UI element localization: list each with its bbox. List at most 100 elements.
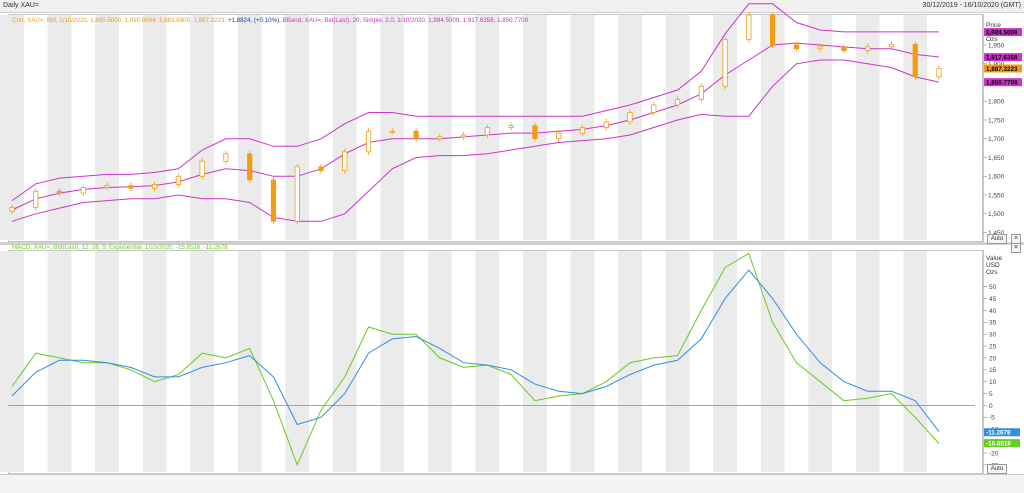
candle-body	[437, 136, 443, 140]
week-stripe	[380, 15, 405, 240]
macd-tick-label: 30	[989, 332, 997, 339]
week-stripe	[855, 251, 880, 472]
price-tick-label: 1,750	[988, 117, 1005, 124]
macd-tick-label: 10	[989, 379, 997, 386]
candle-body	[152, 184, 158, 189]
candle-body	[461, 134, 467, 138]
price-axis-title-line: Price	[986, 22, 1001, 29]
macd-tick-label: 40	[989, 308, 997, 315]
candle-body	[389, 130, 395, 133]
price-tick-label: 1,650	[988, 155, 1005, 162]
macd-tick-label: 5	[989, 391, 993, 398]
macd-tick-label: 35	[989, 320, 997, 327]
price-tick-label: 1,600	[988, 174, 1005, 181]
macd-close-icon[interactable]: ×	[1011, 243, 1021, 253]
candle-body	[318, 166, 324, 172]
price-auto-scale-button[interactable]: Auto	[987, 234, 1007, 244]
candle-body	[770, 14, 776, 46]
candle-body	[365, 130, 372, 153]
price-tick-label: 1,700	[988, 136, 1005, 143]
candle-body	[912, 43, 918, 78]
candle-body	[888, 43, 895, 48]
candle-body	[556, 132, 562, 140]
future-area	[954, 15, 975, 240]
week-stripe	[570, 251, 595, 472]
candle-body	[128, 185, 134, 189]
candle-body	[651, 104, 657, 113]
week-stripe	[760, 251, 785, 472]
week-stripe	[237, 15, 262, 240]
week-stripe	[237, 251, 262, 472]
macd-tick-label: -5	[989, 415, 995, 422]
week-stripe	[475, 251, 500, 472]
candle-body	[603, 121, 609, 128]
macd-tick-label: 25	[989, 343, 997, 350]
week-stripe	[285, 251, 310, 472]
week-stripe	[808, 251, 833, 472]
macd-legend-text: MACD, XAU=, Bid(Last), 12, 26, 9, Expone…	[12, 244, 228, 251]
candle-body	[674, 98, 681, 106]
price-tick-label: 1,950	[988, 42, 1005, 49]
candle-body	[484, 127, 490, 136]
price-tag-label: 1,917.6358	[986, 54, 1018, 61]
macd-tick-label: 20	[989, 355, 997, 362]
week-stripe	[380, 251, 405, 472]
candle-body	[793, 44, 799, 50]
week-stripe	[618, 15, 642, 240]
candle-body	[936, 68, 942, 78]
price-tick-label: 1,500	[988, 211, 1005, 218]
week-stripe	[190, 251, 215, 472]
candle-body	[223, 153, 229, 162]
price-axis-title-line: USD	[986, 29, 1000, 36]
candle-body	[865, 46, 871, 52]
candle-body	[247, 153, 253, 181]
week-stripe	[523, 251, 547, 472]
candle-body	[175, 175, 181, 185]
candle-body	[342, 151, 348, 172]
week-stripe	[665, 15, 690, 240]
price-ohlc-text: Chrt, XAU=, Bid, 1/10/2020, 1,885.5000, …	[12, 17, 227, 24]
macd-tick-label: 50	[989, 284, 997, 291]
week-stripe	[142, 251, 167, 472]
candle-body	[80, 187, 86, 194]
candle-body	[413, 130, 419, 140]
week-stripe	[142, 15, 167, 240]
candle-body	[746, 14, 752, 40]
week-stripe	[0, 251, 24, 472]
macd-tag-label: -11.2678	[986, 430, 1011, 437]
price-tag-label: 1,850.7708	[986, 80, 1018, 87]
macd-axis-title-line: USD	[986, 262, 1000, 269]
macd-tick-label: 45	[989, 296, 997, 303]
candle-body	[722, 38, 728, 87]
candle-body	[270, 179, 277, 222]
bband-legend-text: BBand, XAU=, Bid(Last), 20, Simple, 2.0,…	[282, 17, 529, 24]
candle-body	[508, 125, 514, 128]
macd-axis-title-line: Value	[986, 255, 1003, 262]
candle-body	[817, 46, 823, 50]
price-legend: Chrt, XAU=, Bid, 1/10/2020, 1,885.5000, …	[12, 17, 528, 24]
candle-body	[33, 190, 39, 208]
time-axis[interactable]	[0, 474, 1024, 493]
candle-body	[627, 112, 633, 123]
macd-tick-label: -20	[989, 450, 999, 457]
price-tick-label: 1,550	[988, 192, 1005, 199]
macd-legend: MACD, XAU=, Bid(Last), 12, 26, 9, Expone…	[12, 244, 228, 251]
macd-axis-title-line: Ozs	[986, 269, 998, 276]
candle-body	[698, 85, 704, 100]
price-tick-label: 1,800	[988, 99, 1005, 106]
macd-axis-title: Value USD Ozs	[986, 255, 1002, 276]
week-stripe	[760, 15, 785, 240]
week-stripe	[713, 251, 737, 472]
macd-tick-label: 15	[989, 367, 997, 374]
macd-tag-label: -15.8516	[986, 440, 1011, 447]
week-stripe	[332, 251, 357, 472]
week-stripe	[47, 251, 72, 472]
macd-auto-scale-button[interactable]: Auto	[987, 464, 1007, 474]
candle-body	[579, 127, 586, 134]
week-stripe	[190, 15, 215, 240]
price-tag-label: 1,887.3223	[986, 66, 1018, 73]
week-stripe	[427, 15, 452, 240]
candle-body	[56, 190, 63, 194]
candle-body	[104, 185, 110, 188]
week-stripe	[95, 15, 119, 240]
